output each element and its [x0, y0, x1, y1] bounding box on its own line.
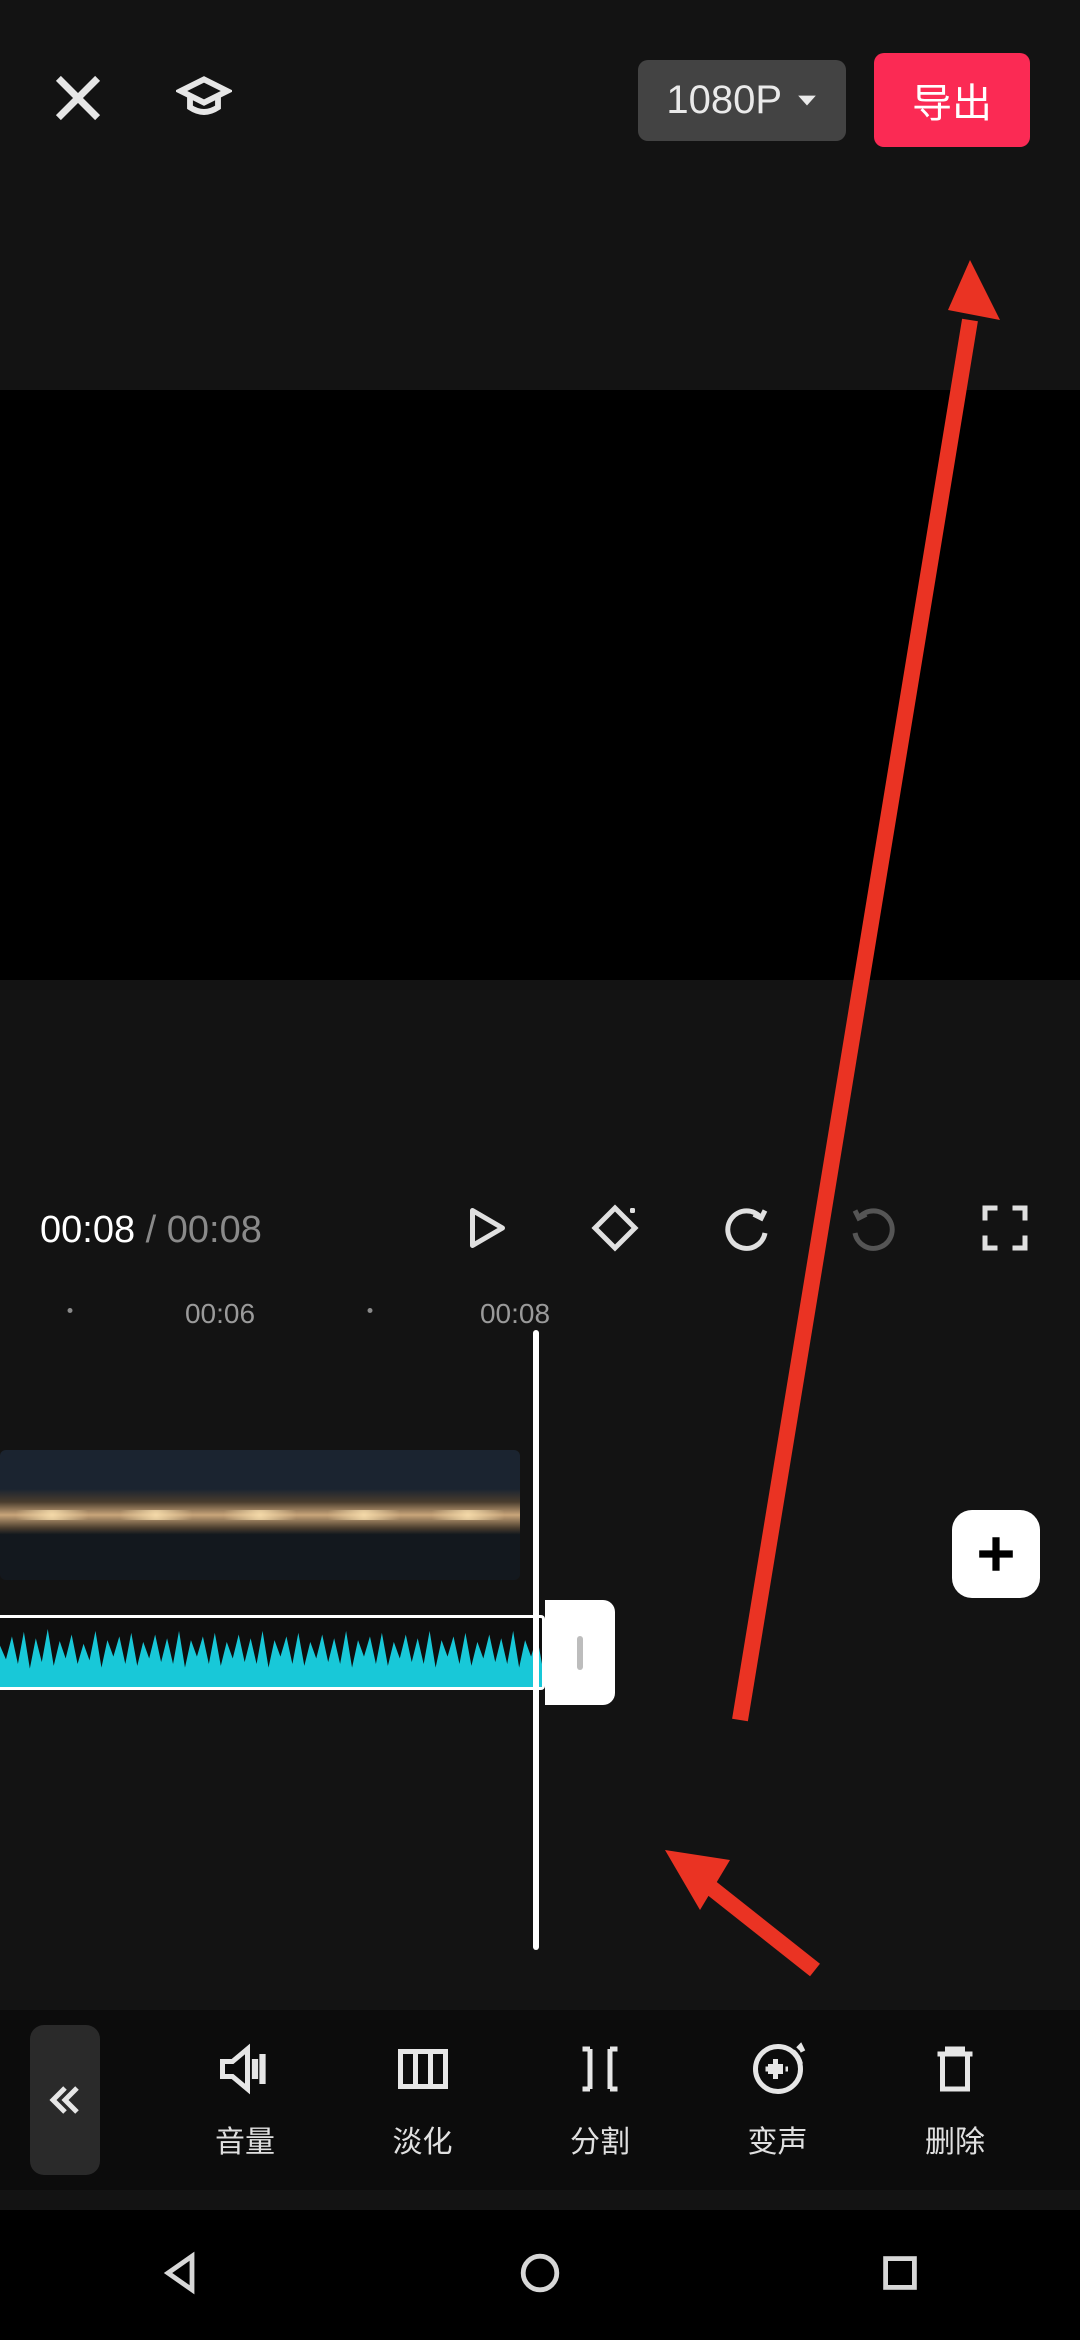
nav-back-button[interactable]: [156, 2249, 204, 2302]
keyframe-icon: [590, 1203, 640, 1253]
waveform-icon: [0, 1618, 542, 1687]
resolution-label: 1080P: [666, 78, 782, 123]
tool-label: 音量: [215, 2117, 275, 2161]
tool-label: 变声: [748, 2117, 808, 2161]
redo-icon: [850, 1203, 900, 1253]
timeline-ruler[interactable]: 00:06 00:08: [0, 1290, 1080, 1340]
ruler-tick: 00:06: [185, 1298, 255, 1330]
fullscreen-button[interactable]: [980, 1203, 1030, 1258]
play-button[interactable]: [460, 1203, 510, 1258]
tool-row: 音量 淡化 分割 变声 删除: [170, 2039, 1080, 2161]
volume-icon: [215, 2039, 275, 2099]
square-recent-icon: [876, 2249, 924, 2297]
top-bar: 1080P 导出: [0, 0, 1080, 200]
playback-icons: [460, 1203, 1040, 1258]
video-preview[interactable]: [0, 390, 1080, 980]
split-icon: [570, 2039, 630, 2099]
ruler-tick: 00:08: [480, 1298, 550, 1330]
undo-button[interactable]: [720, 1203, 770, 1258]
video-thumbnail: [312, 1450, 416, 1580]
audio-clip-handle[interactable]: [545, 1600, 615, 1705]
video-thumbnail: [416, 1450, 520, 1580]
tool-volume[interactable]: 音量: [170, 2039, 320, 2161]
total-time: 00:08: [167, 1209, 262, 1251]
tool-voice[interactable]: 变声: [703, 2039, 853, 2161]
fade-icon: [393, 2039, 453, 2099]
plus-icon: [972, 1530, 1020, 1578]
tool-delete[interactable]: 删除: [880, 2039, 1030, 2161]
voice-change-icon: [748, 2039, 808, 2099]
tool-fade[interactable]: 淡化: [348, 2039, 498, 2161]
nav-recent-button[interactable]: [876, 2249, 924, 2302]
ruler-dot: [68, 1308, 73, 1313]
video-track[interactable]: [0, 1450, 520, 1580]
top-bar-right: 1080P 导出: [638, 53, 1030, 147]
video-thumbnail: [0, 1450, 104, 1580]
tool-label: 淡化: [393, 2117, 453, 2161]
keyframe-button[interactable]: [590, 1203, 640, 1258]
triangle-back-icon: [156, 2249, 204, 2297]
resolution-selector[interactable]: 1080P: [638, 60, 846, 141]
trash-icon: [925, 2039, 985, 2099]
nav-home-button[interactable]: [516, 2249, 564, 2302]
system-nav-bar: [0, 2210, 1080, 2340]
tool-label: 分割: [570, 2117, 630, 2161]
tutorial-button[interactable]: [176, 70, 232, 131]
add-clip-button[interactable]: [952, 1510, 1040, 1598]
time-display: 00:08 / 00:08: [40, 1209, 262, 1252]
play-icon: [460, 1203, 510, 1253]
playback-controls: 00:08 / 00:08: [0, 1185, 1080, 1275]
time-separator: /: [135, 1209, 167, 1251]
fullscreen-icon: [980, 1203, 1030, 1253]
playhead[interactable]: [533, 1330, 539, 1950]
chevron-double-left-icon: [45, 2080, 85, 2120]
export-label: 导出: [912, 82, 992, 126]
video-thumbnail: [104, 1450, 208, 1580]
current-time: 00:08: [40, 1209, 135, 1251]
top-bar-left: [50, 70, 232, 131]
audio-track[interactable]: [0, 1615, 545, 1690]
timeline[interactable]: [0, 1340, 1080, 2020]
redo-button[interactable]: [850, 1203, 900, 1258]
bottom-toolbar: 音量 淡化 分割 变声 删除: [0, 2010, 1080, 2190]
circle-home-icon: [516, 2249, 564, 2297]
close-icon: [50, 70, 106, 126]
tool-split[interactable]: 分割: [525, 2039, 675, 2161]
graduation-cap-icon: [176, 70, 232, 126]
chevron-down-icon: [796, 89, 818, 111]
close-button[interactable]: [50, 70, 106, 131]
export-button[interactable]: 导出: [874, 53, 1030, 147]
undo-icon: [720, 1203, 770, 1253]
video-thumbnail: [208, 1450, 312, 1580]
toolbar-back-button[interactable]: [30, 2025, 100, 2175]
tool-label: 删除: [925, 2117, 985, 2161]
ruler-dot: [368, 1308, 373, 1313]
